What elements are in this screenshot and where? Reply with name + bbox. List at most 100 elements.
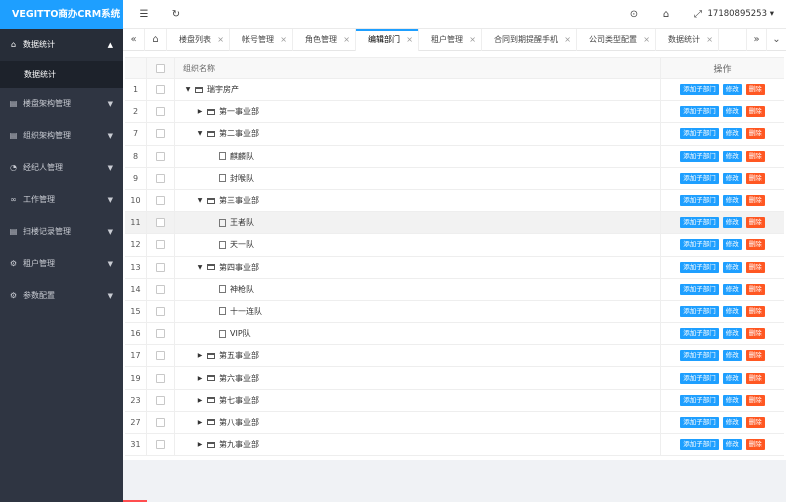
row-checkbox[interactable]: [156, 440, 165, 450]
close-icon[interactable]: ×: [217, 29, 224, 51]
edit-button[interactable]: 修改: [722, 106, 742, 118]
row-checkbox[interactable]: [156, 196, 165, 206]
add-sub-dept-button[interactable]: 添加子部门: [680, 239, 719, 251]
add-sub-dept-button[interactable]: 添加子部门: [680, 372, 719, 384]
delete-button[interactable]: 删除: [745, 128, 765, 140]
row-checkbox[interactable]: [156, 351, 165, 361]
delete-button[interactable]: 删除: [745, 106, 765, 118]
delete-button[interactable]: 删除: [745, 328, 765, 340]
tab-item[interactable]: 编辑部门 ×: [356, 29, 419, 51]
menu-toggle-icon[interactable]: ☰: [133, 0, 155, 29]
table-row[interactable]: 14 神枪队 添加子部门 修改 删除: [125, 278, 784, 301]
edit-button[interactable]: 修改: [722, 195, 742, 207]
add-sub-dept-button[interactable]: 添加子部门: [680, 394, 719, 406]
delete-button[interactable]: 删除: [745, 217, 765, 229]
refresh-icon[interactable]: ↻: [165, 0, 187, 29]
delete-button[interactable]: 删除: [745, 261, 765, 273]
edit-button[interactable]: 修改: [722, 172, 742, 184]
row-checkbox[interactable]: [156, 173, 165, 183]
delete-button[interactable]: 删除: [745, 172, 765, 184]
home-tab-icon[interactable]: ⌂: [145, 29, 167, 51]
sidebar-item-0[interactable]: ⌂ 数据统计 ▲: [0, 29, 123, 61]
table-row[interactable]: 10 ▼ 第三事业部 添加子部门 修改 删除: [125, 189, 784, 213]
caret-right-icon[interactable]: ▶: [195, 375, 205, 382]
close-icon[interactable]: ×: [469, 29, 476, 51]
row-checkbox[interactable]: [156, 262, 165, 272]
sidebar-item-7[interactable]: ⚙ 参数配置 ▼: [0, 280, 123, 312]
delete-button[interactable]: 删除: [745, 283, 765, 295]
caret-right-icon[interactable]: ▶: [195, 352, 205, 359]
tag-icon[interactable]: ⌂: [655, 0, 677, 29]
delete-button[interactable]: 删除: [745, 416, 765, 428]
add-sub-dept-button[interactable]: 添加子部门: [680, 84, 719, 96]
close-icon[interactable]: ×: [406, 29, 413, 51]
table-row[interactable]: 2 ▶ 第一事业部 添加子部门 修改 删除: [125, 101, 784, 124]
delete-button[interactable]: 删除: [745, 84, 765, 96]
edit-button[interactable]: 修改: [722, 350, 742, 362]
edit-button[interactable]: 修改: [722, 239, 742, 251]
row-checkbox[interactable]: [156, 329, 165, 339]
sidebar-item-6[interactable]: ⚙ 租户管理 ▼: [0, 248, 123, 280]
tab-item[interactable]: 合同到期提醒手机 ×: [482, 29, 577, 51]
add-sub-dept-button[interactable]: 添加子部门: [680, 128, 719, 140]
table-row[interactable]: 31 ▶ 第九事业部 添加子部门 修改 删除: [125, 434, 784, 457]
tab-item[interactable]: 数据统计 ×: [656, 29, 719, 51]
add-sub-dept-button[interactable]: 添加子部门: [680, 106, 719, 118]
caret-down-icon[interactable]: ▼: [183, 86, 193, 93]
table-row[interactable]: 17 ▶ 第五事业部 添加子部门 修改 删除: [125, 345, 784, 368]
delete-button[interactable]: 删除: [745, 239, 765, 251]
close-icon[interactable]: ×: [706, 29, 713, 51]
add-sub-dept-button[interactable]: 添加子部门: [680, 283, 719, 295]
table-row[interactable]: 16 VIP队 添加子部门 修改 删除: [125, 323, 784, 346]
sidebar-subitem[interactable]: 数据统计: [0, 61, 123, 88]
add-sub-dept-button[interactable]: 添加子部门: [680, 261, 719, 273]
edit-button[interactable]: 修改: [722, 372, 742, 384]
close-icon[interactable]: ×: [564, 29, 571, 51]
tab-options-icon[interactable]: ⌄: [766, 29, 786, 51]
edit-button[interactable]: 修改: [722, 328, 742, 340]
edit-button[interactable]: 修改: [722, 416, 742, 428]
row-checkbox[interactable]: [156, 218, 165, 228]
table-row[interactable]: 12 天一队 添加子部门 修改 删除: [125, 234, 784, 257]
tab-scroll-left-icon[interactable]: «: [123, 29, 145, 51]
delete-button[interactable]: 删除: [745, 195, 765, 207]
add-sub-dept-button[interactable]: 添加子部门: [680, 416, 719, 428]
delete-button[interactable]: 删除: [745, 394, 765, 406]
caret-right-icon[interactable]: ▶: [195, 419, 205, 426]
edit-button[interactable]: 修改: [722, 217, 742, 229]
sidebar-item-4[interactable]: ∞ 工作管理 ▼: [0, 184, 123, 216]
caret-right-icon[interactable]: ▶: [195, 397, 205, 404]
sidebar-item-3[interactable]: ◔ 经纪人管理 ▼: [0, 152, 123, 184]
edit-button[interactable]: 修改: [722, 128, 742, 140]
row-checkbox[interactable]: [156, 306, 165, 316]
tab-item[interactable]: 帐号管理 ×: [230, 29, 293, 51]
add-sub-dept-button[interactable]: 添加子部门: [680, 217, 719, 229]
row-checkbox[interactable]: [156, 395, 165, 405]
table-row[interactable]: 1 ▼ 瑞宇房产 添加子部门 修改 删除: [125, 79, 784, 102]
delete-button[interactable]: 删除: [745, 150, 765, 162]
close-icon[interactable]: ×: [343, 29, 350, 51]
table-row[interactable]: 23 ▶ 第七事业部 添加子部门 修改 删除: [125, 389, 784, 412]
row-checkbox[interactable]: [156, 107, 165, 117]
table-row[interactable]: 19 ▶ 第六事业部 添加子部门 修改 删除: [125, 367, 784, 390]
tab-item[interactable]: 公司类型配置 ×: [577, 29, 656, 51]
add-sub-dept-button[interactable]: 添加子部门: [680, 328, 719, 340]
close-icon[interactable]: ×: [280, 29, 287, 51]
fullscreen-icon[interactable]: ⤢: [687, 0, 709, 29]
theme-icon[interactable]: ⊙: [623, 0, 645, 29]
add-sub-dept-button[interactable]: 添加子部门: [680, 195, 719, 207]
edit-button[interactable]: 修改: [722, 439, 742, 451]
edit-button[interactable]: 修改: [722, 261, 742, 273]
edit-button[interactable]: 修改: [722, 305, 742, 317]
edit-button[interactable]: 修改: [722, 394, 742, 406]
user-account[interactable]: 17180895253 ▾: [708, 0, 774, 29]
caret-right-icon[interactable]: ▶: [195, 108, 205, 115]
sidebar-item-2[interactable]: ▤ 组织架构管理 ▼: [0, 120, 123, 152]
delete-button[interactable]: 删除: [745, 439, 765, 451]
caret-down-icon[interactable]: ▼: [195, 130, 205, 137]
table-row[interactable]: 13 ▼ 第四事业部 添加子部门 修改 删除: [125, 256, 784, 279]
caret-down-icon[interactable]: ▼: [195, 197, 205, 204]
sidebar-item-5[interactable]: ▤ 扫楼记录管理 ▼: [0, 216, 123, 248]
add-sub-dept-button[interactable]: 添加子部门: [680, 439, 719, 451]
tab-item[interactable]: 租户管理 ×: [419, 29, 482, 51]
